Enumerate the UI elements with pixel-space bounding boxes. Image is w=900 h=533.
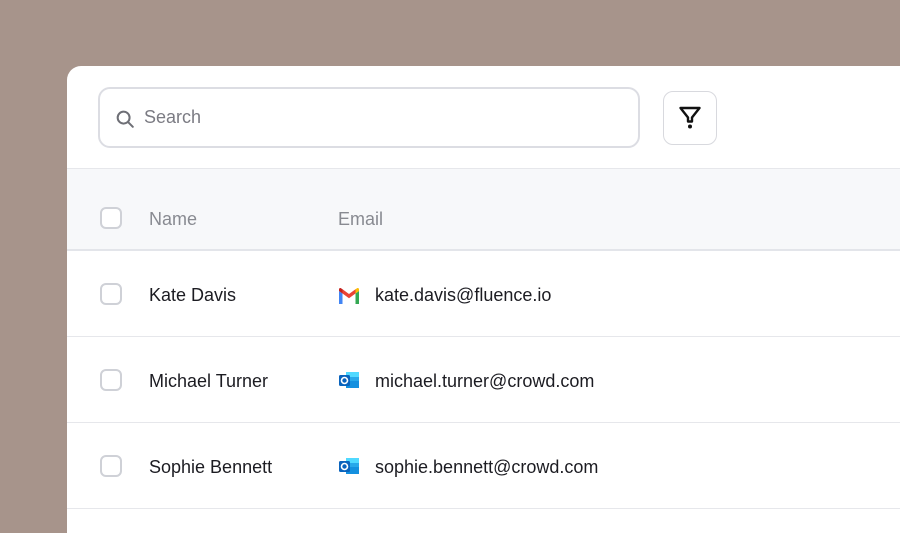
filter-button[interactable]	[663, 91, 717, 145]
filter-funnel-icon	[679, 106, 701, 129]
search-icon	[116, 110, 134, 128]
contact-email[interactable]: michael.turner@crowd.com	[375, 371, 594, 392]
row-checkbox[interactable]	[100, 283, 122, 305]
table-row[interactable]: Kate Davis kate.davis@fluence.io	[67, 251, 900, 337]
select-all-checkbox[interactable]	[100, 207, 122, 229]
outlook-icon	[339, 372, 359, 388]
search-box[interactable]	[98, 87, 640, 148]
outlook-icon	[339, 458, 359, 474]
table-row[interactable]: Sophie Bennett sophie.bennett@crowd.com	[67, 423, 900, 509]
gmail-icon	[339, 287, 359, 304]
contact-name: Michael Turner	[149, 371, 269, 391]
contact-name: Sophie Bennett	[149, 457, 273, 477]
table-header: Name Email	[67, 169, 900, 251]
column-header-email[interactable]: Email	[338, 209, 383, 230]
column-header-name[interactable]: Name	[149, 209, 197, 230]
search-input[interactable]	[144, 99, 624, 136]
contact-email[interactable]: sophie.bennett@crowd.com	[375, 457, 598, 478]
contact-email[interactable]: kate.davis@fluence.io	[375, 285, 551, 306]
contact-name: Kate Davis	[149, 285, 237, 305]
toolbar	[67, 66, 900, 169]
row-checkbox[interactable]	[100, 455, 122, 477]
contacts-card: Name Email Kate Davis kate.davis@fluence…	[67, 66, 900, 533]
table-row[interactable]: Michael Turner michael.turner@crowd.com	[67, 337, 900, 423]
row-checkbox[interactable]	[100, 369, 122, 391]
